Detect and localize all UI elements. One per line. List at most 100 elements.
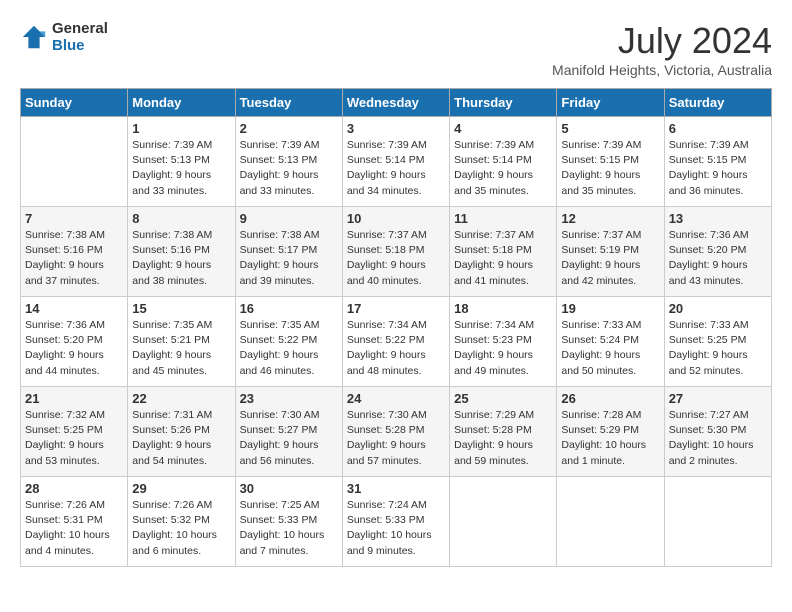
- calendar-cell: 21 Sunrise: 7:32 AMSunset: 5:25 PMDayligh…: [21, 387, 128, 477]
- calendar-cell: [450, 477, 557, 567]
- day-info: Sunrise: 7:38 AMSunset: 5:16 PMDaylight:…: [25, 228, 123, 289]
- calendar-cell: 17Sunrise: 7:34 AMSunset: 5:22 PMDayligh…: [342, 297, 449, 387]
- day-number: 7: [25, 211, 123, 226]
- day-info: Sunrise: 7:36 AMSunset: 5:20 PMDaylight:…: [25, 318, 123, 379]
- calendar-cell: 15 Sunrise: 7:35 AMSunset: 5:21 PMDayligh…: [128, 297, 235, 387]
- calendar-cell: [664, 477, 771, 567]
- header-saturday: Saturday: [664, 89, 771, 117]
- calendar-week-row: 1 Sunrise: 7:39 AMSunset: 5:13 PMDaylight…: [21, 117, 772, 207]
- day-number: 18: [454, 301, 552, 316]
- calendar-table: SundayMondayTuesdayWednesdayThursdayFrid…: [20, 88, 772, 567]
- logo-icon: [20, 23, 48, 51]
- day-info: Sunrise: 7:39 AMSunset: 5:14 PMDaylight:…: [347, 138, 445, 199]
- day-info: Sunrise: 7:35 AMSunset: 5:21 PMDaylight:…: [132, 318, 230, 379]
- day-number: 4: [454, 121, 552, 136]
- day-number: 19: [561, 301, 659, 316]
- calendar-cell: 5 Sunrise: 7:39 AMSunset: 5:15 PMDaylight…: [557, 117, 664, 207]
- calendar-cell: 7 Sunrise: 7:38 AMSunset: 5:16 PMDaylight…: [21, 207, 128, 297]
- day-number: 11: [454, 211, 552, 226]
- day-number: 31: [347, 481, 445, 496]
- day-number: 25: [454, 391, 552, 406]
- calendar-cell: 12 Sunrise: 7:37 AMSunset: 5:19 PMDayligh…: [557, 207, 664, 297]
- calendar-cell: 13 Sunrise: 7:36 AMSunset: 5:20 PMDayligh…: [664, 207, 771, 297]
- day-info: Sunrise: 7:33 AMSunset: 5:25 PMDaylight:…: [669, 318, 767, 379]
- day-number: 5: [561, 121, 659, 136]
- calendar-cell: 14 Sunrise: 7:36 AMSunset: 5:20 PMDayligh…: [21, 297, 128, 387]
- day-number: 20: [669, 301, 767, 316]
- calendar-cell: 1 Sunrise: 7:39 AMSunset: 5:13 PMDaylight…: [128, 117, 235, 207]
- calendar-cell: 26Sunrise: 7:28 AMSunset: 5:29 PMDayligh…: [557, 387, 664, 477]
- calendar-week-row: 21 Sunrise: 7:32 AMSunset: 5:25 PMDayligh…: [21, 387, 772, 477]
- calendar-cell: 20 Sunrise: 7:33 AMSunset: 5:25 PMDayligh…: [664, 297, 771, 387]
- day-number: 26: [561, 391, 659, 406]
- day-number: 9: [240, 211, 338, 226]
- day-info: Sunrise: 7:39 AMSunset: 5:15 PMDaylight:…: [669, 138, 767, 199]
- day-info: Sunrise: 7:27 AMSunset: 5:30 PMDaylight:…: [669, 408, 767, 469]
- calendar-header-row: SundayMondayTuesdayWednesdayThursdayFrid…: [21, 89, 772, 117]
- calendar-cell: 24Sunrise: 7:30 AMSunset: 5:28 PMDayligh…: [342, 387, 449, 477]
- logo-text: General Blue: [52, 20, 108, 54]
- day-info: Sunrise: 7:37 AMSunset: 5:18 PMDaylight:…: [347, 228, 445, 289]
- calendar-week-row: 7 Sunrise: 7:38 AMSunset: 5:16 PMDaylight…: [21, 207, 772, 297]
- day-info: Sunrise: 7:34 AMSunset: 5:23 PMDaylight:…: [454, 318, 552, 379]
- calendar-cell: 3 Sunrise: 7:39 AMSunset: 5:14 PMDaylight…: [342, 117, 449, 207]
- calendar-cell: 27 Sunrise: 7:27 AMSunset: 5:30 PMDayligh…: [664, 387, 771, 477]
- day-info: Sunrise: 7:37 AMSunset: 5:19 PMDaylight:…: [561, 228, 659, 289]
- day-info: Sunrise: 7:33 AMSunset: 5:24 PMDaylight:…: [561, 318, 659, 379]
- header-sunday: Sunday: [21, 89, 128, 117]
- calendar-cell: 30 Sunrise: 7:25 AMSunset: 5:33 PMDayligh…: [235, 477, 342, 567]
- calendar-cell: 25Sunrise: 7:29 AMSunset: 5:28 PMDayligh…: [450, 387, 557, 477]
- day-info: Sunrise: 7:24 AMSunset: 5:33 PMDaylight:…: [347, 498, 445, 559]
- location-subtitle: Manifold Heights, Victoria, Australia: [552, 62, 772, 78]
- day-number: 10: [347, 211, 445, 226]
- day-info: Sunrise: 7:31 AMSunset: 5:26 PMDaylight:…: [132, 408, 230, 469]
- calendar-cell: [21, 117, 128, 207]
- day-number: 1: [132, 121, 230, 136]
- day-number: 27: [669, 391, 767, 406]
- day-info: Sunrise: 7:25 AMSunset: 5:33 PMDaylight:…: [240, 498, 338, 559]
- calendar-cell: 29Sunrise: 7:26 AMSunset: 5:32 PMDayligh…: [128, 477, 235, 567]
- day-number: 23: [240, 391, 338, 406]
- day-info: Sunrise: 7:39 AMSunset: 5:14 PMDaylight:…: [454, 138, 552, 199]
- day-number: 22: [132, 391, 230, 406]
- day-info: Sunrise: 7:38 AMSunset: 5:17 PMDaylight:…: [240, 228, 338, 289]
- day-info: Sunrise: 7:30 AMSunset: 5:27 PMDaylight:…: [240, 408, 338, 469]
- logo: General Blue: [20, 20, 108, 54]
- calendar-cell: 19 Sunrise: 7:33 AMSunset: 5:24 PMDayligh…: [557, 297, 664, 387]
- month-year-title: July 2024: [552, 20, 772, 62]
- day-number: 3: [347, 121, 445, 136]
- day-info: Sunrise: 7:39 AMSunset: 5:13 PMDaylight:…: [132, 138, 230, 199]
- day-info: Sunrise: 7:36 AMSunset: 5:20 PMDaylight:…: [669, 228, 767, 289]
- calendar-cell: 6 Sunrise: 7:39 AMSunset: 5:15 PMDaylight…: [664, 117, 771, 207]
- day-number: 13: [669, 211, 767, 226]
- calendar-cell: 23 Sunrise: 7:30 AMSunset: 5:27 PMDayligh…: [235, 387, 342, 477]
- day-info: Sunrise: 7:39 AMSunset: 5:15 PMDaylight:…: [561, 138, 659, 199]
- day-number: 30: [240, 481, 338, 496]
- day-info: Sunrise: 7:38 AMSunset: 5:16 PMDaylight:…: [132, 228, 230, 289]
- header-monday: Monday: [128, 89, 235, 117]
- day-info: Sunrise: 7:32 AMSunset: 5:25 PMDaylight:…: [25, 408, 123, 469]
- day-number: 15: [132, 301, 230, 316]
- title-block: July 2024 Manifold Heights, Victoria, Au…: [552, 20, 772, 78]
- day-number: 12: [561, 211, 659, 226]
- page-header: General Blue July 2024 Manifold Heights,…: [20, 20, 772, 78]
- day-number: 6: [669, 121, 767, 136]
- calendar-cell: 18 Sunrise: 7:34 AMSunset: 5:23 PMDayligh…: [450, 297, 557, 387]
- day-number: 21: [25, 391, 123, 406]
- header-tuesday: Tuesday: [235, 89, 342, 117]
- day-info: Sunrise: 7:30 AMSunset: 5:28 PMDaylight:…: [347, 408, 445, 469]
- day-number: 17: [347, 301, 445, 316]
- calendar-cell: 22 Sunrise: 7:31 AMSunset: 5:26 PMDayligh…: [128, 387, 235, 477]
- day-number: 2: [240, 121, 338, 136]
- day-number: 14: [25, 301, 123, 316]
- calendar-week-row: 28 Sunrise: 7:26 AMSunset: 5:31 PMDayligh…: [21, 477, 772, 567]
- header-thursday: Thursday: [450, 89, 557, 117]
- day-info: Sunrise: 7:26 AMSunset: 5:31 PMDaylight:…: [25, 498, 123, 559]
- calendar-cell: 2Sunrise: 7:39 AMSunset: 5:13 PMDaylight…: [235, 117, 342, 207]
- day-number: 28: [25, 481, 123, 496]
- calendar-cell: 28 Sunrise: 7:26 AMSunset: 5:31 PMDayligh…: [21, 477, 128, 567]
- day-info: Sunrise: 7:37 AMSunset: 5:18 PMDaylight:…: [454, 228, 552, 289]
- header-friday: Friday: [557, 89, 664, 117]
- calendar-cell: 8Sunrise: 7:38 AMSunset: 5:16 PMDaylight…: [128, 207, 235, 297]
- day-info: Sunrise: 7:26 AMSunset: 5:32 PMDaylight:…: [132, 498, 230, 559]
